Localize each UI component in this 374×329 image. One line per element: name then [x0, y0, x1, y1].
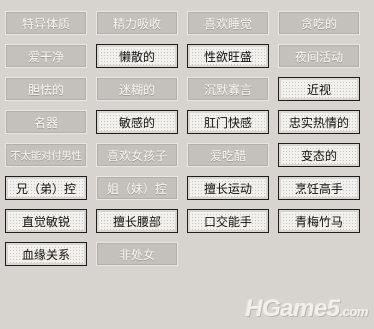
- trait-toggle[interactable]: 名器: [5, 110, 87, 134]
- trait-toggle[interactable]: 血缘关系: [5, 242, 87, 266]
- trait-toggle[interactable]: 擅长运动: [187, 176, 269, 200]
- trait-toggle[interactable]: 变态的: [278, 143, 360, 167]
- trait-toggle[interactable]: 贪吃的: [278, 11, 360, 35]
- trait-toggle[interactable]: 擅长腰部: [96, 209, 178, 233]
- trait-toggle[interactable]: 胆怯的: [5, 77, 87, 101]
- watermark-logo: HGame5.com: [245, 295, 368, 323]
- trait-toggle[interactable]: 敏感的: [96, 110, 178, 134]
- watermark-suffix: .com: [339, 304, 369, 319]
- trait-toggle[interactable]: 口交能手: [187, 209, 269, 233]
- trait-toggle[interactable]: 精力吸收: [96, 11, 178, 35]
- trait-toggle[interactable]: 特异体质: [5, 11, 87, 35]
- trait-toggle[interactable]: 性欲旺盛: [187, 44, 269, 68]
- trait-toggle[interactable]: 兄（弟）控: [5, 176, 87, 200]
- watermark-main: HGame5: [245, 295, 340, 322]
- trait-toggle[interactable]: 烹饪高手: [278, 176, 360, 200]
- trait-toggle[interactable]: 青梅竹马: [278, 209, 360, 233]
- trait-toggle[interactable]: 非处女: [96, 242, 178, 266]
- trait-toggle[interactable]: 直觉敏锐: [5, 209, 87, 233]
- trait-toggle[interactable]: 懒散的: [96, 44, 178, 68]
- trait-toggle[interactable]: 近视: [278, 77, 360, 101]
- trait-toggle[interactable]: 爱吃醋: [187, 143, 269, 167]
- trait-grid: 特异体质 精力吸收 喜欢睡觉 贪吃的爱干净 懒散的 性欲旺盛 夜间活动胆怯的 迷糊的 沉默寡言近…: [5, 11, 360, 266]
- trait-toggle[interactable]: 肛门快感: [187, 110, 269, 134]
- trait-toggle[interactable]: 夜间活动: [278, 44, 360, 68]
- trait-toggle[interactable]: 不太能对付男性: [5, 143, 87, 167]
- trait-toggle[interactable]: 沉默寡言: [187, 77, 269, 101]
- trait-toggle[interactable]: 迷糊的: [96, 77, 178, 101]
- trait-toggle[interactable]: 喜欢女孩子: [96, 143, 178, 167]
- trait-toggle[interactable]: 喜欢睡觉: [187, 11, 269, 35]
- trait-toggle[interactable]: 爱干净: [5, 44, 87, 68]
- trait-toggle[interactable]: 忠实热情的: [278, 110, 360, 134]
- trait-toggle[interactable]: 姐（妹）控: [96, 176, 178, 200]
